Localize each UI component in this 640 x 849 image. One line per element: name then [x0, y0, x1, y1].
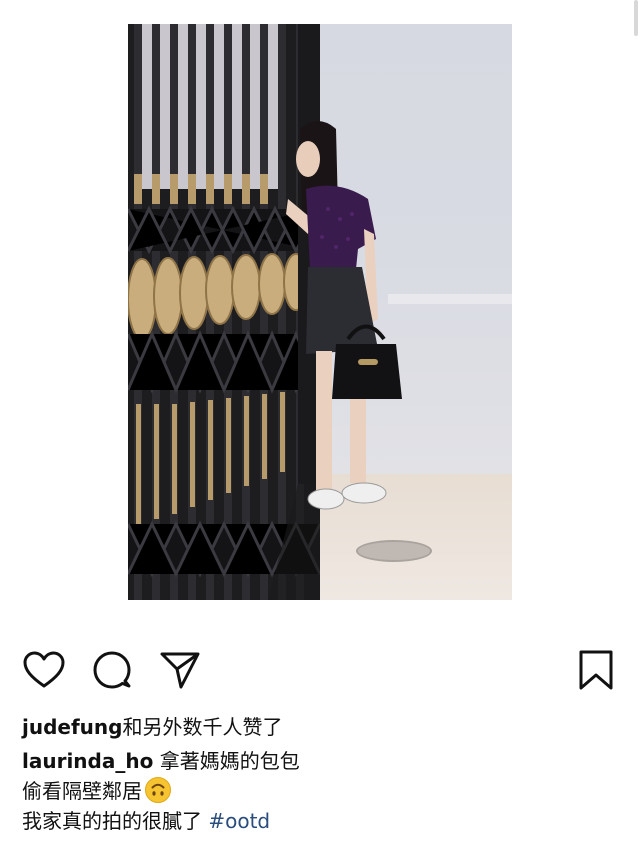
caption-text-3: 我家真的拍的很膩了 — [22, 809, 202, 833]
post-caption: laurinda_ho 拿著媽媽的包包 偷看隔壁鄰居 我家真的拍的很膩了 #oo… — [22, 746, 622, 836]
bookmark-icon[interactable] — [574, 648, 618, 692]
post-action-bar — [0, 648, 640, 700]
hashtag-link[interactable]: #ootd — [208, 809, 270, 833]
caption-line-1: laurinda_ho 拿著媽媽的包包 — [22, 746, 622, 776]
scroll-indicator — [634, 0, 638, 36]
post-text: judefung和另外数千人赞了 laurinda_ho 拿著媽媽的包包 偷看隔… — [22, 712, 622, 836]
caption-text-2: 偷看隔壁鄰居 — [22, 779, 142, 803]
likes-summary: judefung和另外数千人赞了 — [22, 712, 622, 742]
send-icon[interactable] — [158, 648, 202, 692]
post-photo[interactable] — [128, 24, 512, 600]
comment-icon[interactable] — [90, 648, 134, 692]
caption-username[interactable]: laurinda_ho — [22, 749, 153, 773]
heart-icon[interactable] — [22, 648, 66, 692]
likes-suffix: 和另外数千人赞了 — [122, 715, 283, 739]
photo-person — [278, 119, 418, 529]
caption-text-1: 拿著媽媽的包包 — [159, 749, 300, 773]
photo-drain — [356, 540, 432, 562]
post-image-area — [0, 0, 640, 640]
caption-line-2: 偷看隔壁鄰居 — [22, 776, 622, 806]
upside-down-face-emoji — [144, 776, 172, 804]
caption-line-3: 我家真的拍的很膩了 #ootd — [22, 806, 622, 836]
liker-username[interactable]: judefung — [22, 715, 122, 739]
